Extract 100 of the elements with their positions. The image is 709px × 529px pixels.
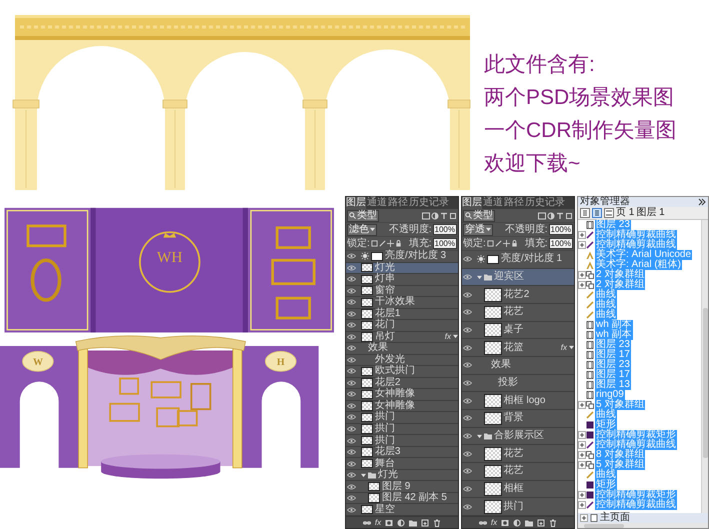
eye-icon[interactable] xyxy=(347,506,356,513)
fill-field[interactable]: 100% xyxy=(432,238,457,249)
layer-row[interactable]: 花门 xyxy=(346,320,458,332)
mask-icon[interactable] xyxy=(501,518,510,526)
eye-icon[interactable] xyxy=(347,426,356,432)
layer-row[interactable]: 舞台 xyxy=(346,458,458,470)
eye-icon[interactable] xyxy=(347,368,356,374)
layer-group-row[interactable]: 灯光 xyxy=(346,470,458,482)
object-item[interactable]: 图层 17 xyxy=(595,350,631,360)
caret-icon[interactable] xyxy=(477,434,482,439)
layer-row[interactable]: 花层2 xyxy=(346,378,458,390)
link-icon[interactable] xyxy=(362,518,371,526)
eye-icon[interactable] xyxy=(347,253,356,260)
object-item[interactable]: ring09 xyxy=(595,390,625,400)
object-item[interactable]: 图层 23 xyxy=(595,360,631,370)
object-item[interactable]: 矩形 xyxy=(595,480,617,490)
layer-view-icon[interactable] xyxy=(580,208,590,218)
panel-tab[interactable]: 图层 xyxy=(462,197,482,209)
eye-icon[interactable] xyxy=(463,398,472,404)
layer-row[interactable]: 背景 xyxy=(462,410,574,428)
fill-field[interactable]: 100% xyxy=(548,238,573,249)
object-item[interactable]: 图层 23 xyxy=(595,220,631,230)
layer-row[interactable]: 花层3 xyxy=(346,446,458,458)
expand-icon[interactable] xyxy=(578,401,586,409)
folder-icon[interactable] xyxy=(409,518,418,526)
eye-icon[interactable] xyxy=(463,292,472,298)
type-filter-icon[interactable] xyxy=(556,212,564,220)
panel-tab[interactable]: 通道 xyxy=(367,197,387,209)
expand-icon[interactable] xyxy=(578,491,586,499)
expand-icon[interactable] xyxy=(578,281,586,289)
effects-badge[interactable]: fx xyxy=(560,342,567,353)
layer-effect-row[interactable]: 效果 xyxy=(462,357,574,375)
eye-icon[interactable] xyxy=(463,468,472,474)
object-item[interactable]: wh 副本 xyxy=(595,320,633,330)
layer-row[interactable]: 女神雕像 xyxy=(346,389,458,401)
type-filter-icon[interactable] xyxy=(440,212,448,220)
lock-icon[interactable] xyxy=(510,240,518,247)
object-item[interactable]: 曲线 xyxy=(595,300,617,310)
opacity-field[interactable]: 100% xyxy=(432,224,457,235)
adjustment-icon[interactable] xyxy=(397,518,406,526)
panel-tab[interactable]: 路径 xyxy=(504,197,524,209)
eye-icon[interactable] xyxy=(347,345,356,352)
eye-icon[interactable] xyxy=(347,380,356,386)
shape-filter-icon[interactable] xyxy=(565,212,573,220)
caret-icon[interactable] xyxy=(361,472,366,478)
eye-icon[interactable] xyxy=(347,264,356,271)
object-item[interactable]: 美术字: Arial (粗体) xyxy=(595,260,682,270)
layer-row[interactable]: 花艺 xyxy=(462,304,574,322)
layer-row[interactable]: 花艺 xyxy=(462,445,574,464)
eye-icon[interactable] xyxy=(463,362,472,368)
brush-icon[interactable] xyxy=(494,240,502,247)
eye-icon[interactable] xyxy=(347,484,356,490)
eye-icon[interactable] xyxy=(347,414,356,420)
eye-icon[interactable] xyxy=(347,334,356,340)
mask-icon[interactable] xyxy=(385,518,394,526)
layer-group-row[interactable]: 合影展示区 xyxy=(462,428,574,446)
object-item[interactable]: 图层 17 xyxy=(595,370,631,380)
eye-icon[interactable] xyxy=(347,288,356,294)
layer-row[interactable]: 灯串 xyxy=(346,274,458,286)
fx-button[interactable]: fx xyxy=(490,518,498,526)
eye-icon[interactable] xyxy=(347,402,356,409)
layer-group-row[interactable]: 迎宾区 xyxy=(462,268,574,286)
eye-icon[interactable] xyxy=(347,472,356,478)
lock-icon[interactable] xyxy=(394,240,402,247)
trash-icon[interactable] xyxy=(433,518,442,526)
fx-button[interactable]: fx xyxy=(374,518,382,526)
collapse-icon[interactable] xyxy=(698,198,706,206)
half-circle-icon[interactable] xyxy=(431,212,439,220)
link-icon[interactable] xyxy=(478,518,487,526)
eye-icon[interactable] xyxy=(463,327,472,334)
blend-mode-dropdown[interactable]: 滤色 xyxy=(347,224,377,236)
layer-row[interactable]: 花篮 fx xyxy=(462,339,574,358)
eye-icon[interactable] xyxy=(347,276,356,282)
eye-icon[interactable] xyxy=(463,450,472,457)
object-item[interactable]: 曲线 xyxy=(595,290,617,300)
object-item[interactable]: 2 对象群组 xyxy=(595,280,646,290)
layer-row[interactable]: 拱门 xyxy=(346,412,458,424)
object-item[interactable]: 2 对象群组 xyxy=(595,270,646,280)
eye-icon[interactable] xyxy=(463,256,472,262)
object-item[interactable]: 矩形 xyxy=(595,420,617,430)
filter-dropdown[interactable]: 类型 xyxy=(347,210,379,222)
eye-icon[interactable] xyxy=(463,486,472,492)
layer-view-icon[interactable] xyxy=(604,208,614,218)
adjustment-icon[interactable] xyxy=(513,518,522,526)
caret-icon[interactable] xyxy=(453,334,458,340)
expand-icon[interactable] xyxy=(578,451,586,459)
layer-row[interactable]: 图层 42 副本 5 xyxy=(346,492,458,504)
layer-row[interactable]: 花艺 xyxy=(462,463,574,481)
layer-row[interactable]: 拱门 xyxy=(346,435,458,447)
layer-effect-row[interactable]: 投影 xyxy=(462,374,574,392)
half-circle-icon[interactable] xyxy=(547,212,555,220)
eye-icon[interactable] xyxy=(463,504,472,510)
eye-icon[interactable] xyxy=(347,460,356,467)
panel-tab[interactable]: 历史记录 xyxy=(409,197,449,209)
eye-icon[interactable] xyxy=(347,438,356,444)
layer-view-icon[interactable] xyxy=(592,208,602,218)
trash-icon[interactable] xyxy=(549,518,558,526)
expand-icon[interactable] xyxy=(578,461,586,469)
layer-row[interactable]: 桌子 xyxy=(462,322,574,340)
expand-icon[interactable] xyxy=(578,431,586,439)
